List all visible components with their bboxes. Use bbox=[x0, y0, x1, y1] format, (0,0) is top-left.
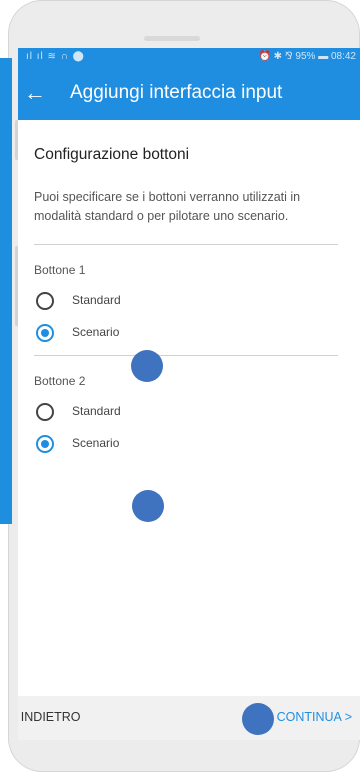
radio-checked-icon[interactable] bbox=[36, 435, 54, 453]
radio-option-scenario-1[interactable]: Scenario bbox=[34, 317, 344, 349]
continue-button[interactable]: CONTINUA > bbox=[277, 710, 352, 724]
bottom-navigation-bar: < INDIETRO CONTINUA > bbox=[18, 696, 360, 740]
group-label-bottone-1: Bottone 1 bbox=[34, 263, 86, 277]
back-button[interactable]: < INDIETRO bbox=[18, 710, 81, 724]
page-title: Aggiungi interfaccia input bbox=[70, 82, 283, 103]
radio-label: Scenario bbox=[72, 436, 120, 450]
description-text: Puoi specificare se i bottoni verranno u… bbox=[34, 190, 301, 223]
arrow-left-icon[interactable]: ← bbox=[22, 80, 48, 106]
status-bar: ıl ıl ≋ ∩ ⬤ ⏰ ✱ ⅋ 95% ▬ 08:42 bbox=[18, 48, 360, 66]
section-title: Configurazione bottoni bbox=[34, 146, 190, 163]
earpiece-speaker bbox=[144, 36, 200, 41]
back-button-label: INDIETRO bbox=[20, 710, 81, 724]
battery-clock: ⏰ ✱ ⅋ 95% ▬ 08:42 bbox=[258, 51, 356, 62]
radio-label: Scenario bbox=[72, 325, 120, 339]
radio-label: Standard bbox=[72, 404, 121, 418]
signal-wifi-icons: ıl ıl ≋ ∩ ⬤ bbox=[26, 51, 85, 62]
chevron-right-icon: > bbox=[344, 710, 352, 724]
continue-button-label: CONTINUA bbox=[276, 710, 342, 724]
touch-indicator bbox=[131, 350, 163, 382]
radio-label: Standard bbox=[72, 293, 121, 307]
radio-checked-icon[interactable] bbox=[36, 324, 54, 342]
radio-option-standard-2[interactable]: Standard bbox=[34, 396, 344, 428]
radio-unchecked-icon[interactable] bbox=[36, 403, 54, 421]
background-accent-bar bbox=[0, 58, 12, 524]
touch-indicator bbox=[242, 703, 274, 735]
radio-unchecked-icon[interactable] bbox=[36, 292, 54, 310]
app-bar: ← Aggiungi interfaccia input bbox=[18, 66, 360, 120]
radio-option-standard-1[interactable]: Standard bbox=[34, 285, 344, 317]
radio-option-scenario-2[interactable]: Scenario bbox=[34, 428, 344, 460]
app-screen: ıl ıl ≋ ∩ ⬤ ⏰ ✱ ⅋ 95% ▬ 08:42 ← Aggiungi… bbox=[18, 48, 360, 740]
touch-indicator bbox=[132, 490, 164, 522]
main-content: Configurazione bottoni Puoi specificare … bbox=[18, 146, 360, 460]
divider bbox=[34, 244, 338, 245]
divider bbox=[34, 355, 338, 356]
group-label-bottone-2: Bottone 2 bbox=[34, 374, 86, 388]
